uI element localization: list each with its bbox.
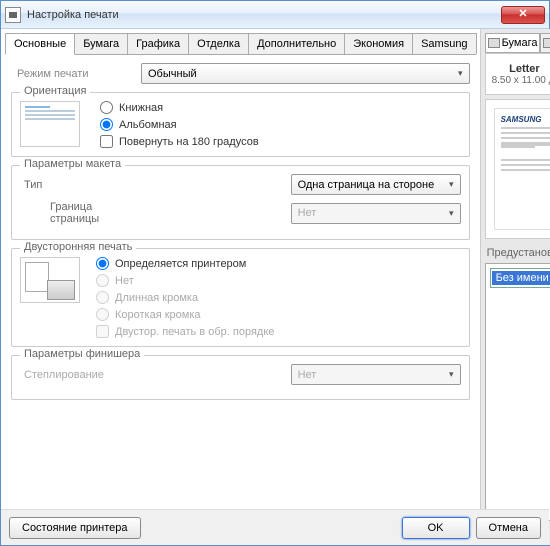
finisher-group: Параметры финишера Степлирование Нет [11,355,470,400]
layout-title: Параметры макета [20,158,125,170]
duplex-preview-icon [20,257,80,303]
duplex-title: Двусторонняя печать [20,241,136,253]
duplex-short-radio[interactable]: Короткая кромка [96,308,274,321]
layout-group: Параметры макета Тип Одна страница на ст… [11,165,470,240]
orientation-landscape-radio[interactable]: Альбомная [100,118,259,131]
duplex-long-radio[interactable]: Длинная кромка [96,291,274,304]
paper-dimensions: 8.50 x 11.00 д. [492,75,550,86]
staple-dropdown: Нет [291,364,461,385]
ok-button[interactable]: OK [402,517,470,539]
orientation-portrait-radio[interactable]: Книжная [100,101,259,114]
tab-finishing[interactable]: Отделка [188,33,249,54]
page-border-dropdown[interactable]: Нет [291,203,461,224]
main-tabs: Основные Бумага Графика Отделка Дополнит… [5,33,476,55]
page-preview: SAMSUNG [485,99,550,239]
presets-dropdown[interactable]: Без имени [490,268,550,288]
tab-advanced[interactable]: Дополнительно [248,33,345,54]
paper-info: Letter 8.50 x 11.00 д. мм д. [485,53,550,95]
print-mode-label: Режим печати [11,68,141,80]
printer-icon [5,7,21,23]
tab-eco[interactable]: Экономия [344,33,413,54]
presets-box: Без имени [485,263,550,521]
tab-paper[interactable]: Бумага [74,33,128,54]
presets-label: Предустановки [487,247,550,259]
right-panel: Бумага Устройство Letter 8.50 x 11.00 д.… [480,29,550,545]
titlebar: Настройка печати ✕ [1,1,549,29]
duplex-group: Двусторонняя печать Определяется принтер… [11,248,470,347]
print-mode-dropdown[interactable]: Обычный [141,63,470,84]
duplex-auto-radio[interactable]: Определяется принтером [96,257,274,270]
right-tab-device[interactable]: Устройство [540,33,550,53]
print-settings-window: Настройка печати ✕ Основные Бумага Графи… [0,0,550,546]
orientation-title: Ориентация [20,85,90,97]
window-title: Настройка печати [27,9,501,21]
finisher-title: Параметры финишера [20,348,144,360]
printer-status-button[interactable]: Состояние принтера [9,517,141,539]
tab-graphics[interactable]: Графика [127,33,189,54]
paper-name: Letter [492,63,550,75]
cancel-button[interactable]: Отмена [476,517,541,539]
tab-basic[interactable]: Основные [5,33,75,55]
page-border-label: Граница страницы [20,201,140,225]
layout-type-dropdown[interactable]: Одна страница на стороне [291,174,461,195]
orientation-preview-icon [20,101,80,147]
right-tab-paper[interactable]: Бумага [485,33,541,53]
staple-label: Степлирование [20,369,140,381]
duplex-reverse-checkbox[interactable]: Двустор. печать в обр. порядке [96,325,274,338]
rotate-180-checkbox[interactable]: Повернуть на 180 градусов [100,135,259,148]
orientation-group: Ориентация Книжная Альбомная Повернуть н… [11,92,470,157]
duplex-none-radio[interactable]: Нет [96,274,274,287]
device-icon [543,38,550,48]
layout-type-label: Тип [20,179,140,191]
close-button[interactable]: ✕ [501,6,545,24]
preview-logo: SAMSUNG [501,115,550,124]
tab-samsung[interactable]: Samsung [412,33,476,54]
paper-icon [488,38,500,48]
footer: Состояние принтера OK Отмена [1,509,549,545]
